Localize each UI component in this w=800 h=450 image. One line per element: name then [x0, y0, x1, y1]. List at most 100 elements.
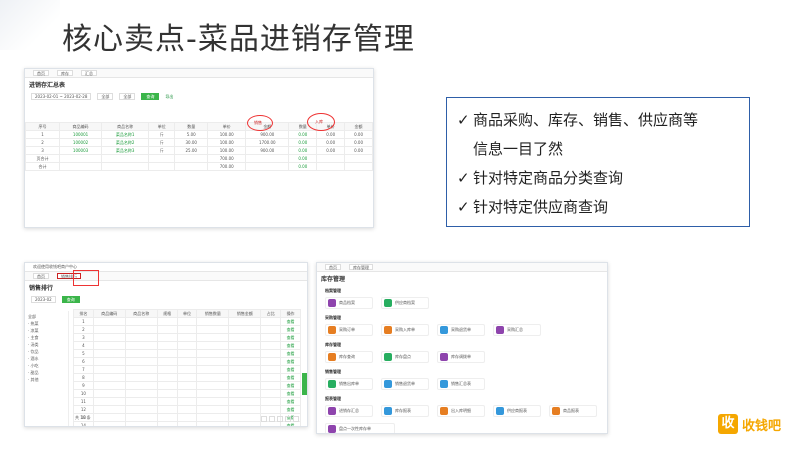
- module-card[interactable]: 盘点一次性库存单: [325, 423, 395, 433]
- table-row: 3 100003 菜品名称3 斤 25.00 100.00 900.00 0.00 0.00 0.…: [25, 146, 373, 155]
- section-title: 库存管理: [325, 342, 341, 347]
- module-card[interactable]: 商品报表: [549, 405, 597, 417]
- module-card[interactable]: 销售出库单: [325, 378, 373, 390]
- tree-item[interactable]: · 酒水: [28, 355, 65, 362]
- tab-highlight-box: [73, 270, 99, 286]
- feature-item: ✓ 商品采购、库存、销售、供应商等: [457, 106, 739, 135]
- tree-item[interactable]: 全部: [28, 313, 65, 320]
- brand-logo-icon: 收: [718, 414, 738, 434]
- extra-row: 盘点一次性库存单: [317, 420, 607, 433]
- module-icon: [384, 299, 392, 307]
- check-icon: ✓: [457, 169, 470, 187]
- module-icon: [440, 353, 448, 361]
- module-card[interactable]: 库存调拨单: [437, 351, 485, 363]
- supplier-select[interactable]: 全部: [119, 93, 136, 100]
- date-range-input[interactable]: 2023-02-01 ~ 2023-02-28: [31, 93, 92, 100]
- query-button[interactable]: 查询: [61, 296, 80, 303]
- module-card[interactable]: 供应商报表: [493, 405, 541, 417]
- module-label: 出入库明细: [451, 408, 471, 413]
- ranking-table: 排名 商品编码 商品名称 规格 单位 销售数量 销售金额 占比 操作 1 查看 2 查看 3 查看 4 查看 5…: [73, 309, 301, 426]
- module-label: 库存查询: [339, 354, 355, 359]
- module-icon: [384, 326, 392, 334]
- module-label: 销售出库单: [339, 381, 359, 386]
- module-row: 商品档案 供应商档案: [317, 294, 607, 312]
- module-card[interactable]: 销售退货单: [381, 378, 429, 390]
- pager-total: 共 16 条: [75, 415, 91, 420]
- subtotal-row: 页合计 700.00 0.00: [25, 154, 373, 163]
- module-card[interactable]: 库存查询: [325, 351, 373, 363]
- module-card[interactable]: 进销存汇总: [325, 405, 373, 417]
- module-card[interactable]: 采购退货单: [437, 324, 485, 336]
- module-card[interactable]: 采购入库单: [381, 324, 429, 336]
- tab-bar: 首页 库存 汇总: [25, 69, 373, 78]
- module-label: 库存报表: [395, 408, 411, 413]
- category-select[interactable]: 全部: [97, 93, 114, 100]
- tree-item[interactable]: · 主食: [28, 334, 65, 341]
- tree-item[interactable]: · 小吃: [28, 362, 65, 369]
- module-icon: [328, 407, 336, 415]
- date-input[interactable]: 2023-02: [31, 296, 56, 303]
- feature-item: 信息一目了然: [473, 140, 564, 158]
- query-button[interactable]: 查询: [141, 93, 160, 100]
- module-card[interactable]: 采购汇总: [493, 324, 541, 336]
- tab-home[interactable]: 首页: [33, 70, 49, 76]
- check-icon: ✓: [457, 111, 470, 129]
- table-row: 14 查看: [73, 421, 301, 426]
- tab-inventory-management[interactable]: 库存管理: [349, 264, 373, 270]
- module-label: 库存调拨单: [451, 354, 471, 359]
- module-card[interactable]: 出入库明细: [437, 405, 485, 417]
- module-label: 销售汇总表: [451, 381, 471, 386]
- module-label: 采购退货单: [451, 327, 471, 332]
- inventory-management-screenshot: 首页 库存管理 库存管理 档案管理 商品档案 供应商档案 采购管理 采购订单 采购入库单采…: [316, 262, 608, 434]
- tab-inventory[interactable]: 库存: [57, 70, 73, 76]
- module-label: 采购入库单: [395, 327, 415, 332]
- module-icon: [440, 326, 448, 334]
- module-card[interactable]: 商品档案: [325, 297, 373, 309]
- filter-bar: 2023-02 查询: [25, 294, 307, 305]
- header-bar: 欢迎使用收钱吧商户中心: [25, 263, 307, 272]
- table-row: 4 查看: [73, 341, 301, 350]
- export-link[interactable]: 导出: [165, 94, 173, 100]
- inventory-summary-screenshot: 首页 库存 汇总 进销存汇总表 2023-02-01 ~ 2023-02-28 …: [24, 68, 374, 228]
- module-card[interactable]: 库存盘点: [381, 351, 429, 363]
- tab-home[interactable]: 首页: [325, 264, 341, 270]
- tab-bar: 首页 销售排行: [25, 272, 307, 281]
- table-row: 9 查看: [73, 381, 301, 390]
- module-card[interactable]: 库存报表: [381, 405, 429, 417]
- table-row: 5 查看: [73, 349, 301, 358]
- module-icon: [328, 380, 336, 388]
- tree-item[interactable]: · 甜品: [28, 369, 65, 376]
- module-card[interactable]: 供应商档案: [381, 297, 429, 309]
- tab-home[interactable]: 首页: [33, 273, 49, 279]
- feature-item: ✓ 针对特定商品分类查询: [457, 164, 739, 193]
- side-float-button[interactable]: [302, 373, 307, 395]
- header-title: 欢迎使用收钱吧商户中心: [33, 264, 77, 269]
- module-icon: [496, 326, 504, 334]
- module-label: 销售退货单: [395, 381, 415, 386]
- feature-list-box: ✓ 商品采购、库存、销售、供应商等 信息一目了然 ✓ 针对特定商品分类查询 ✓ 针对特…: [446, 97, 750, 227]
- module-card[interactable]: 采购订单: [325, 324, 373, 336]
- corner-decoration: [0, 0, 60, 50]
- tree-item[interactable]: · 凉菜: [28, 327, 65, 334]
- sales-column-label: 销售: [254, 120, 262, 125]
- tab-summary[interactable]: 汇总: [81, 70, 97, 76]
- tree-item[interactable]: · 热菜: [28, 320, 65, 327]
- module-icon: [440, 407, 448, 415]
- module-card[interactable]: 销售汇总表: [437, 378, 485, 390]
- filter-bar: 2023-02-01 ~ 2023-02-28 全部 全部 查询 导出: [25, 91, 373, 102]
- tree-item[interactable]: · 其他: [28, 376, 65, 383]
- check-icon: ✓: [457, 198, 470, 216]
- tree-item[interactable]: · 汤类: [28, 341, 65, 348]
- module-icon: [328, 353, 336, 361]
- module-label: 商品报表: [563, 408, 579, 413]
- page-title: 库存管理: [321, 276, 346, 283]
- table-row: 10 查看: [73, 389, 301, 398]
- pagination[interactable]: [261, 416, 299, 422]
- module-row: 库存查询 库存盘点 库存调拨单: [317, 348, 607, 366]
- module-label: 供应商报表: [507, 408, 527, 413]
- module-icon: [384, 407, 392, 415]
- table-row: 8 查看: [73, 373, 301, 382]
- feature-item: ✓ 针对特定供应商查询: [457, 193, 739, 222]
- module-label: 采购汇总: [507, 327, 523, 332]
- tree-item[interactable]: · 饮品: [28, 348, 65, 355]
